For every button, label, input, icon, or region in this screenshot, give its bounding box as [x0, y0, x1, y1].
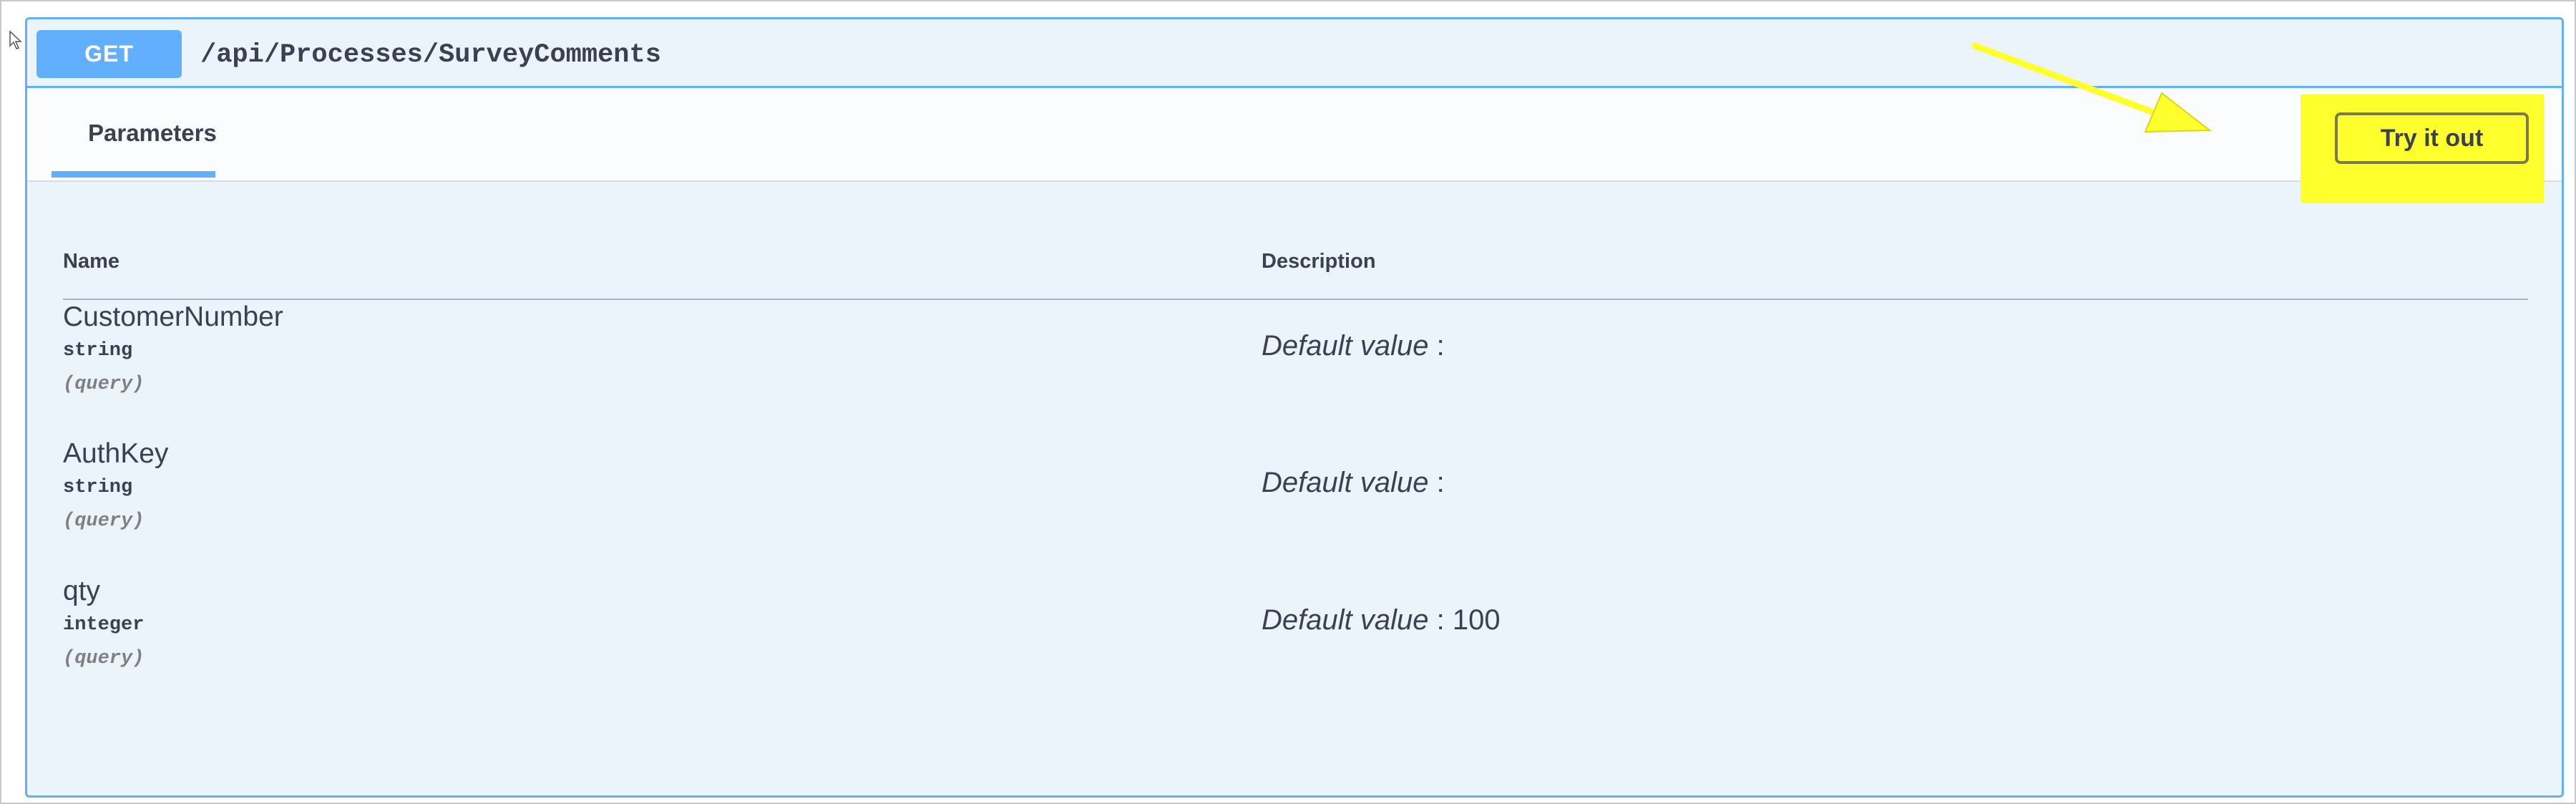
- default-value-separator: :: [1428, 604, 1453, 636]
- parameters-table-header: Name Description: [63, 234, 2528, 300]
- tab-parameters[interactable]: Parameters: [52, 88, 217, 182]
- parameter-name: AuthKey: [63, 438, 169, 469]
- screenshot-frame: GET /api/Processes/SurveyComments Parame…: [0, 0, 2576, 804]
- default-value-label: Default value: [1262, 467, 1429, 498]
- default-value: 100: [1452, 604, 1501, 636]
- parameter-name: qty: [63, 576, 101, 606]
- column-header-name: Name: [63, 250, 119, 273]
- mouse-cursor-icon: [9, 30, 22, 49]
- try-it-out-button[interactable]: Try it out: [2335, 112, 2529, 164]
- endpoint-path: /api/Processes/SurveyComments: [200, 40, 661, 70]
- default-value-separator: :: [1428, 467, 1445, 498]
- parameter-location: (query): [63, 510, 145, 532]
- default-value-label: Default value: [1262, 330, 1429, 362]
- operation-block: GET /api/Processes/SurveyComments Parame…: [25, 17, 2564, 798]
- parameter-description: Default value :: [1262, 330, 1445, 362]
- default-value-separator: :: [1428, 330, 1445, 362]
- parameter-row: AuthKey string (query) Default value :: [63, 438, 2528, 574]
- tab-parameters-label: Parameters: [88, 120, 217, 146]
- parameter-description: Default value : 100: [1262, 604, 1501, 636]
- parameter-type: integer: [63, 614, 145, 636]
- column-header-description: Description: [1262, 250, 1376, 273]
- parameter-location: (query): [63, 648, 145, 669]
- default-value-label: Default value: [1262, 604, 1429, 636]
- parameter-row: qty integer (query) Default value : 100: [63, 576, 2528, 712]
- parameters-section-header: Parameters Try it out: [27, 88, 2562, 203]
- parameter-location: (query): [63, 374, 145, 395]
- http-method-badge: GET: [36, 30, 182, 78]
- operation-summary[interactable]: GET /api/Processes/SurveyComments: [27, 19, 2562, 88]
- parameter-row: CustomerNumber string (query) Default va…: [63, 301, 2528, 437]
- parameter-type: string: [63, 340, 133, 362]
- parameter-type: string: [63, 477, 133, 498]
- parameter-description: Default value :: [1262, 467, 1445, 499]
- tab-active-indicator: [52, 171, 215, 178]
- parameter-name: CustomerNumber: [63, 301, 283, 332]
